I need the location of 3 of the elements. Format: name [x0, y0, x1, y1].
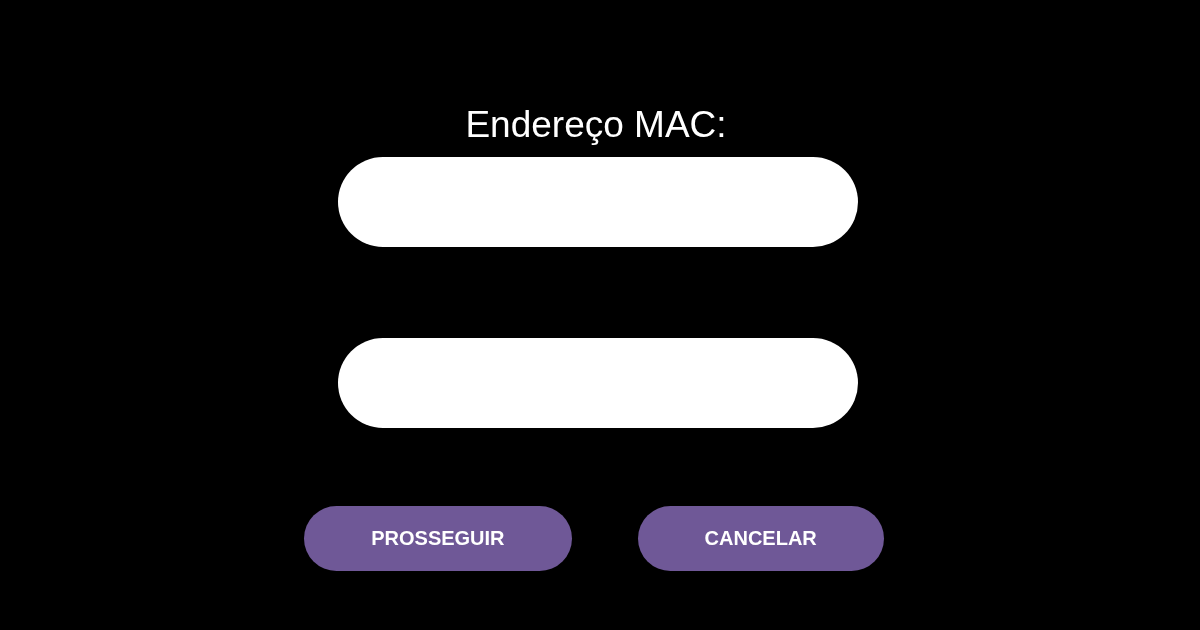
action-button[interactable]: CANCELAR — [637, 506, 884, 572]
action-button[interactable]: PROSSEGUIR — [304, 506, 572, 572]
field-label: Endereço MAC: — [465, 103, 727, 147]
